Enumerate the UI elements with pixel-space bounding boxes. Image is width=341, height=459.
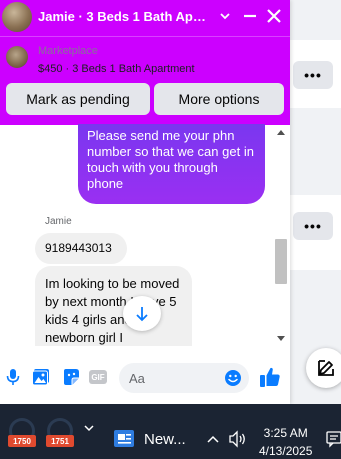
message-input[interactable]: Aa [119, 363, 249, 393]
caret-down-icon [277, 336, 285, 341]
chat-title[interactable]: Jamie · 3 Beds 1 Bath Apar... [38, 9, 210, 24]
mic-icon [6, 369, 20, 385]
taskbar-app[interactable]: 1750 [6, 417, 38, 449]
scrollbar-thumb[interactable] [275, 239, 287, 284]
like-icon[interactable] [258, 365, 282, 389]
minimize-icon [244, 14, 256, 18]
incoming-message: 9189443013 [35, 233, 127, 264]
close-icon [267, 9, 281, 23]
scroll-up-arrow[interactable] [275, 127, 287, 137]
mark-as-pending-button[interactable]: Mark as pending [6, 83, 150, 115]
avatar[interactable] [2, 2, 32, 32]
scroll-to-bottom-button[interactable] [123, 296, 161, 331]
volume-icon[interactable] [228, 430, 248, 448]
notification-icon[interactable] [326, 430, 341, 448]
app-badge: 1750 [8, 435, 36, 447]
emoji-icon[interactable] [224, 369, 242, 387]
message-input-placeholder: Aa [129, 371, 145, 386]
sticker-icon [64, 369, 79, 385]
clock-date: 4/13/2025 [259, 444, 313, 458]
sender-name: Jamie [45, 216, 72, 227]
more-options-button[interactable]: ••• [293, 212, 333, 240]
taskbar-app[interactable]: 1751 [44, 417, 76, 449]
scrollbar[interactable] [275, 127, 287, 347]
chevron-down-icon [220, 13, 230, 20]
more-options-button[interactable]: More options [154, 83, 284, 115]
chevron-down-icon [84, 425, 94, 432]
gif-button[interactable]: GIF [88, 367, 108, 387]
photo-icon [32, 369, 49, 386]
caret-up-icon [277, 130, 285, 135]
chat-header: Jamie · 3 Beds 1 Bath Apar... Marketplac… [0, 0, 290, 125]
new-message-button[interactable] [306, 348, 341, 388]
incoming-message: Im looking to be moved by next month I h… [35, 266, 192, 346]
sticker-button[interactable] [61, 367, 81, 387]
app-badge: 1751 [46, 435, 74, 447]
taskbar-overflow-button[interactable] [83, 418, 95, 442]
listing-thumbnail[interactable] [6, 46, 28, 68]
scroll-down-arrow[interactable] [275, 334, 287, 344]
marketplace-label: Marketplace [38, 45, 98, 57]
minimize-button[interactable] [240, 4, 260, 28]
show-hidden-icons-icon[interactable] [206, 433, 220, 445]
chat-options-button[interactable] [215, 4, 235, 28]
message-composer: GIF Aa [0, 350, 290, 404]
system-clock[interactable]: 3:25 AM 4/13/2025 [259, 424, 312, 459]
clock-time: 3:25 AM [263, 426, 308, 440]
arrow-down-icon [136, 306, 148, 321]
header-divider [0, 36, 290, 37]
news-icon[interactable] [113, 427, 137, 451]
listing-title[interactable]: $450 · 3 Beds 1 Bath Apartment [38, 63, 195, 75]
gif-icon: GIF [89, 370, 107, 384]
close-button[interactable] [263, 4, 285, 28]
chat-window: Jamie · 3 Beds 1 Bath Apar... Marketplac… [0, 0, 290, 404]
attach-photo-button[interactable] [31, 367, 51, 387]
news-label[interactable]: New... [144, 431, 186, 448]
voice-clip-button[interactable] [3, 367, 23, 387]
more-options-button[interactable]: ••• [293, 61, 333, 89]
compose-icon [318, 360, 334, 376]
outgoing-message: Please send me your phn number so that w… [78, 124, 265, 204]
